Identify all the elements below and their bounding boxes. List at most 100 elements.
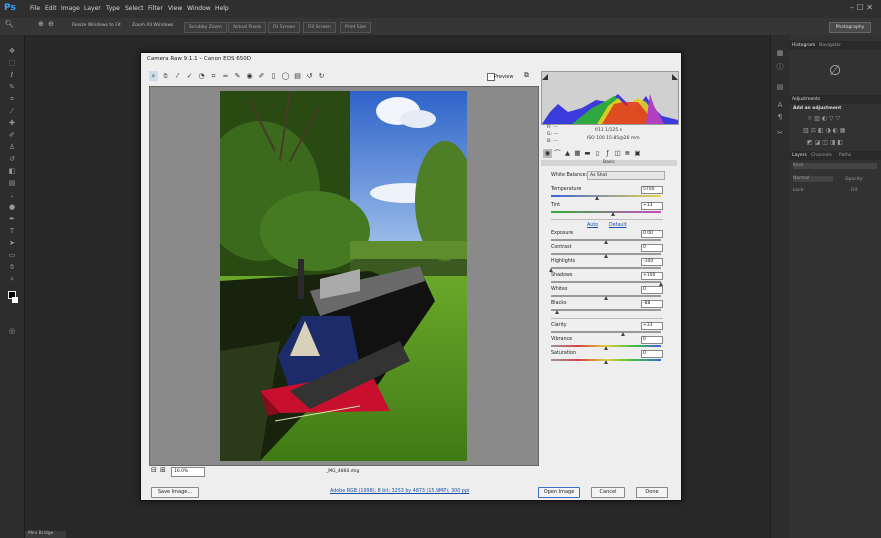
histogram-panel-icon[interactable]: ▦ xyxy=(776,49,784,57)
highlights-value-field[interactable]: -100 xyxy=(641,258,663,266)
default-link[interactable]: Default xyxy=(609,223,627,228)
layer-kind-filter[interactable]: Kind xyxy=(793,163,877,169)
saturation-slider-thumb[interactable] xyxy=(603,360,608,364)
highlights-slider-track[interactable] xyxy=(551,267,661,269)
menu-type[interactable]: Type xyxy=(106,5,120,12)
move-tool-icon[interactable]: ✥ xyxy=(8,47,16,55)
tab-navigator[interactable]: Navigator xyxy=(819,43,841,48)
tone-curve-tab-icon[interactable]: ⌒ xyxy=(553,149,562,158)
tool-presets-icon[interactable]: ✂ xyxy=(776,129,784,137)
menu-edit[interactable]: Edit xyxy=(45,5,57,12)
split-toning-tab-icon[interactable]: ▬ xyxy=(583,149,592,158)
camera-calibration-tab-icon[interactable]: ◫ xyxy=(613,149,622,158)
background-color-swatch[interactable] xyxy=(12,297,18,303)
menu-window[interactable]: Window xyxy=(187,5,211,12)
healing-tool-icon[interactable]: ✚ xyxy=(8,119,16,127)
tint-value-field[interactable]: +13 xyxy=(641,202,663,210)
workflow-options-link[interactable]: Adobe RGB (1998); 8 bit; 3253 by 4873 (1… xyxy=(330,489,469,494)
menu-help[interactable]: Help xyxy=(215,5,229,12)
crop-tool-icon[interactable]: ⌗ xyxy=(209,71,218,81)
fit-screen-button[interactable]: Fit Screen xyxy=(268,22,301,33)
temperature-slider-thumb[interactable] xyxy=(594,196,599,200)
dodge-tool-icon[interactable]: ● xyxy=(8,203,16,211)
blacks-slider-thumb[interactable] xyxy=(555,310,560,314)
print-size-button[interactable]: Print Size xyxy=(340,22,372,33)
scrubby-zoom-button[interactable]: Scrubby Zoom xyxy=(184,22,227,33)
vibrance-slider-thumb[interactable] xyxy=(603,346,608,350)
cancel-button[interactable]: Cancel xyxy=(591,487,625,498)
zoom-tool-icon[interactable]: ⌕ xyxy=(149,71,158,81)
contrast-value-field[interactable]: 0 xyxy=(641,244,663,252)
quick-select-tool-icon[interactable]: ✎ xyxy=(8,83,16,91)
adjustment-brush-icon[interactable]: ✐ xyxy=(257,71,266,81)
menu-select[interactable]: Select xyxy=(125,5,144,12)
blend-mode-select[interactable]: Normal xyxy=(793,176,833,182)
zoom-tool-icon[interactable]: 🔍︎ xyxy=(5,20,14,28)
clarity-slider-thumb[interactable] xyxy=(621,332,626,336)
blacks-value-field[interactable]: -88 xyxy=(641,300,663,308)
spot-removal-icon[interactable]: ✎ xyxy=(233,71,242,81)
fill-screen-button[interactable]: Fill Screen xyxy=(303,22,336,33)
actual-pixels-button[interactable]: Actual Pixels xyxy=(228,22,267,33)
quick-mask-icon[interactable]: ◎ xyxy=(8,327,16,335)
tint-slider-thumb[interactable] xyxy=(611,212,616,216)
crop-tool-icon[interactable]: ⌗ xyxy=(8,95,16,103)
white-balance-tool-icon[interactable]: ⁄ xyxy=(173,71,182,81)
temperature-value-field[interactable]: 5700 xyxy=(641,186,663,194)
menu-filter[interactable]: Filter xyxy=(148,5,163,12)
color-sampler-icon[interactable]: ✓ xyxy=(185,71,194,81)
zoom-in-icon[interactable]: ⊕ xyxy=(38,20,44,28)
white-balance-select[interactable]: As Shot xyxy=(587,171,665,180)
workspace-switcher[interactable]: Photography xyxy=(829,22,871,33)
gradient-tool-icon[interactable]: ▤ xyxy=(8,179,16,187)
blacks-slider-track[interactable] xyxy=(551,309,661,311)
adjustment-icons-row3[interactable]: ◩ ◪ ◫ ◨ ◧ xyxy=(807,139,843,146)
zoom-out-button[interactable]: ⊟ xyxy=(151,466,157,474)
temperature-slider-track[interactable] xyxy=(551,195,661,197)
path-select-icon[interactable]: ➤ xyxy=(8,239,16,247)
radial-filter-icon[interactable]: ◯ xyxy=(281,71,290,81)
graduated-filter-icon[interactable]: ▯ xyxy=(269,71,278,81)
zoom-all-windows-checkbox[interactable]: Zoom All Windows xyxy=(132,23,174,28)
done-button[interactable]: Done xyxy=(636,487,668,498)
effects-tab-icon[interactable]: ƒ xyxy=(603,149,612,158)
adjustment-icons-row2[interactable]: ▥ ⚖ ◧ ◑ ◐ ▦ xyxy=(803,127,845,134)
vibrance-value-field[interactable]: 0 xyxy=(641,336,663,344)
red-eye-icon[interactable]: ◉ xyxy=(245,71,254,81)
menu-image[interactable]: Image xyxy=(61,5,80,12)
tab-paths[interactable]: Paths xyxy=(839,153,851,158)
shape-tool-icon[interactable]: ▭ xyxy=(8,251,16,259)
eyedropper-tool-icon[interactable]: ⁄ xyxy=(8,107,16,115)
eraser-tool-icon[interactable]: ◧ xyxy=(8,167,16,175)
zoom-level-select[interactable]: 16.0% xyxy=(171,467,205,477)
layer-comps-icon[interactable]: ▤ xyxy=(776,83,784,91)
highlights-slider-thumb[interactable] xyxy=(548,268,553,272)
zoom-tool-icon[interactable]: ⌕ xyxy=(8,275,16,283)
brush-tool-icon[interactable]: ✐ xyxy=(8,131,16,139)
auto-link[interactable]: Auto xyxy=(587,223,598,228)
rotate-left-icon[interactable]: ↺ xyxy=(305,71,314,81)
menu-view[interactable]: View xyxy=(168,5,182,12)
hand-tool-icon[interactable]: ✋︎ xyxy=(161,71,170,81)
detail-tab-icon[interactable]: ▲ xyxy=(563,149,572,158)
whites-value-field[interactable]: 0 xyxy=(641,286,663,294)
zoom-out-icon[interactable]: ⊖ xyxy=(48,20,54,28)
shadows-slider-track[interactable] xyxy=(551,281,661,283)
resize-windows-checkbox[interactable]: Resize Windows to Fit xyxy=(72,23,121,28)
shadows-value-field[interactable]: +100 xyxy=(641,272,663,280)
hand-tool-icon[interactable]: ✋︎ xyxy=(8,263,16,271)
whites-slider-thumb[interactable] xyxy=(603,296,608,300)
clarity-slider-track[interactable] xyxy=(551,331,661,333)
zoom-in-button[interactable]: ⊞ xyxy=(160,466,166,474)
basic-tab-icon[interactable]: ◉ xyxy=(543,149,552,158)
lens-corrections-tab-icon[interactable]: ▯ xyxy=(593,149,602,158)
open-image-button[interactable]: Open Image xyxy=(538,487,580,498)
snapshots-tab-icon[interactable]: ▣ xyxy=(633,149,642,158)
tab-histogram[interactable]: Histogram xyxy=(792,43,815,48)
type-tool-icon[interactable]: T xyxy=(8,227,16,235)
straighten-tool-icon[interactable]: ═ xyxy=(221,71,230,81)
info-panel-icon[interactable]: ⓘ xyxy=(776,63,784,71)
tab-layers[interactable]: Layers xyxy=(792,153,807,158)
tab-channels[interactable]: Channels xyxy=(811,153,832,158)
targeted-adjust-icon[interactable]: ◔ xyxy=(197,71,206,81)
